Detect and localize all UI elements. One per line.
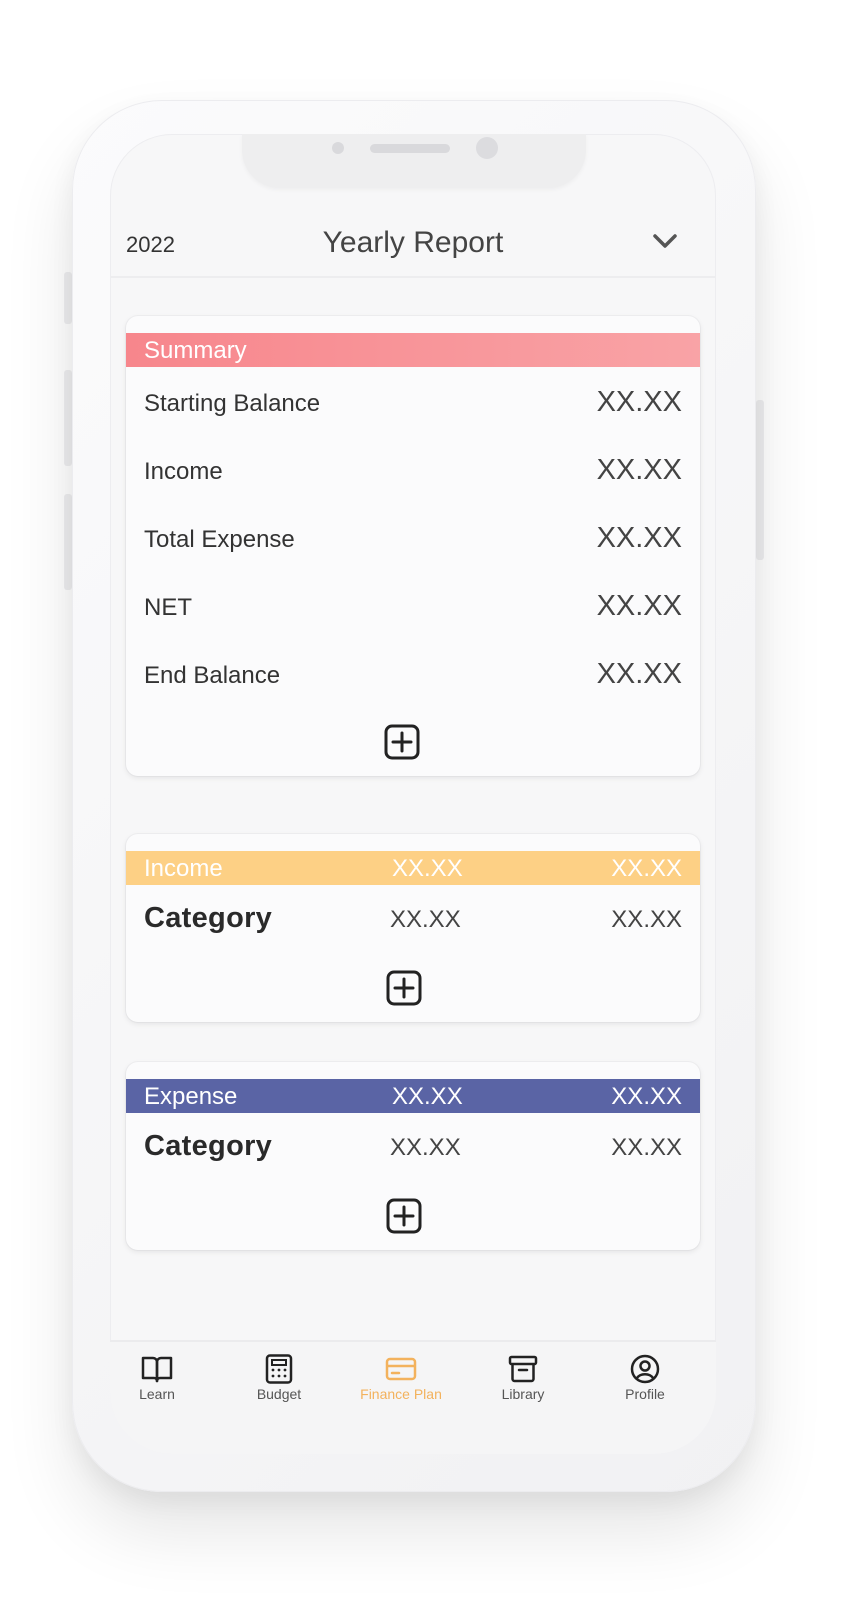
add-income-button[interactable] xyxy=(386,970,422,1006)
user-circle-icon xyxy=(630,1354,660,1384)
category-value: XX.XX xyxy=(390,1134,461,1161)
phone-screen: 2022 Yearly Report Summary Starting Bala… xyxy=(110,134,716,1454)
phone-notch xyxy=(242,134,586,188)
summary-row: Starting Balance XX.XX xyxy=(126,384,700,424)
nav-item-finance-plan[interactable]: Finance Plan xyxy=(346,1354,456,1402)
nav-item-learn[interactable]: Learn xyxy=(110,1354,212,1402)
summary-row: Total Expense XX.XX xyxy=(126,520,700,560)
sensor-dot xyxy=(332,142,344,154)
nav-label: Profile xyxy=(625,1386,665,1402)
summary-title: Summary xyxy=(144,337,247,364)
speaker-grille xyxy=(370,144,450,153)
book-icon xyxy=(141,1356,173,1383)
summary-row-value: XX.XX xyxy=(596,590,682,622)
income-total-value: XX.XX xyxy=(611,855,682,882)
chevron-down-icon[interactable] xyxy=(650,230,680,252)
summary-row-value: XX.XX xyxy=(596,658,682,690)
summary-header-bar: Summary xyxy=(126,333,700,367)
income-header-bar: Income XX.XX XX.XX xyxy=(126,851,700,885)
add-summary-button[interactable] xyxy=(384,724,420,760)
category-label: Category xyxy=(144,1130,273,1162)
expense-category-row[interactable]: Category XX.XX XX.XX xyxy=(126,1130,700,1174)
summary-row-value: XX.XX xyxy=(596,522,682,554)
income-title: Income xyxy=(144,855,223,882)
stage: 2022 Yearly Report Summary Starting Bala… xyxy=(0,0,842,1618)
category-value: XX.XX xyxy=(390,906,461,933)
summary-row-label: Income xyxy=(144,458,223,485)
page-title: Yearly Report xyxy=(322,226,504,259)
nav-label: Budget xyxy=(256,1386,302,1402)
nav-label: Finance Plan xyxy=(360,1386,442,1402)
front-camera xyxy=(476,137,498,159)
summary-row-value: XX.XX xyxy=(596,454,682,486)
expense-total-value: XX.XX xyxy=(392,1083,463,1110)
archive-icon xyxy=(508,1355,538,1383)
expense-header-bar: Expense XX.XX XX.XX xyxy=(126,1079,700,1113)
nav-label: Library xyxy=(501,1386,545,1402)
summary-row-label: Starting Balance xyxy=(144,390,321,417)
expense-total-value: XX.XX xyxy=(611,1083,682,1110)
summary-row-value: XX.XX xyxy=(596,386,682,418)
phone-side-button xyxy=(64,370,72,466)
income-card: Income XX.XX XX.XX Category XX.XX XX.XX xyxy=(126,834,700,1022)
bottom-nav: Learn Budget Finance Plan Library Profil… xyxy=(110,1340,716,1454)
nav-item-library[interactable]: Library xyxy=(468,1354,578,1402)
add-expense-button[interactable] xyxy=(386,1198,422,1234)
summary-row-label: NET xyxy=(144,594,192,621)
report-header: 2022 Yearly Report xyxy=(110,206,716,278)
summary-row: Income XX.XX xyxy=(126,452,700,492)
nav-item-budget[interactable]: Budget xyxy=(224,1354,334,1402)
expense-card: Expense XX.XX XX.XX Category XX.XX XX.XX xyxy=(126,1062,700,1250)
category-value: XX.XX xyxy=(611,906,682,933)
phone-side-button xyxy=(64,272,72,324)
category-value: XX.XX xyxy=(611,1134,682,1161)
summary-row: NET XX.XX xyxy=(126,588,700,628)
card-icon xyxy=(385,1357,417,1381)
income-total-value: XX.XX xyxy=(392,855,463,882)
phone-side-button xyxy=(756,400,764,560)
nav-label: Learn xyxy=(139,1386,175,1402)
income-category-row[interactable]: Category XX.XX XX.XX xyxy=(126,902,700,946)
calculator-icon xyxy=(265,1354,293,1384)
phone-side-button xyxy=(64,494,72,590)
category-label: Category xyxy=(144,902,273,934)
expense-title: Expense xyxy=(144,1083,238,1110)
nav-item-profile[interactable]: Profile xyxy=(590,1354,700,1402)
summary-card: Summary Starting Balance XX.XX Income XX… xyxy=(126,316,700,776)
summary-row-label: End Balance xyxy=(144,662,281,689)
summary-row-label: Total Expense xyxy=(144,526,295,553)
summary-row: End Balance XX.XX xyxy=(126,656,700,696)
